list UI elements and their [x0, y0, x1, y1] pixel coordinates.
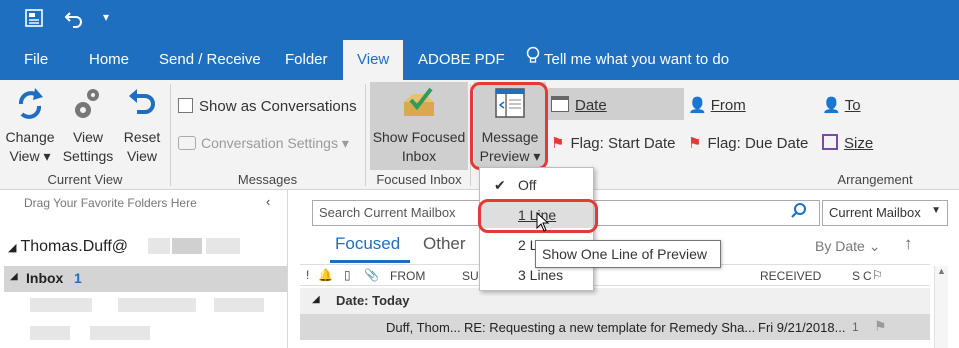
show-focused-inbox-button[interactable]: Show Focused Inbox [370, 86, 468, 166]
collapse-pane-icon[interactable]: ‹ [266, 194, 270, 209]
tab-focused[interactable]: Focused [335, 234, 400, 254]
group-divider [365, 84, 366, 186]
tab-send-receive[interactable]: Send / Receive [145, 40, 275, 80]
flag-icon: ⚑ [551, 135, 565, 152]
reminder-column-icon[interactable]: 🔔 [318, 268, 333, 282]
tab-adobe-pdf[interactable]: ADOBE PDF [404, 40, 519, 80]
icon-column-icon[interactable]: ▯ [344, 268, 351, 282]
menu-item-off[interactable]: ✔ Off [480, 172, 593, 198]
tell-me-text: Tell me what you want to do [544, 51, 730, 68]
redacted-folder [30, 326, 70, 340]
calendar-icon [551, 96, 569, 112]
collapse-group-icon: ◢ [312, 294, 320, 305]
flag-icon[interactable]: ⚑ [874, 318, 887, 335]
tab-folder[interactable]: Folder [271, 40, 342, 80]
view-settings-button[interactable]: View Settings [58, 86, 118, 166]
tooltip: Show One Line of Preview [535, 240, 721, 268]
group-label-messages: Messages [237, 172, 298, 187]
search-icon[interactable] [790, 202, 808, 223]
contact-icon: 👤 [688, 97, 707, 114]
column-received[interactable]: RECEIVED [760, 269, 821, 283]
flag-icon: ⚑ [688, 135, 702, 152]
undo-icon[interactable] [64, 8, 84, 33]
tab-home[interactable]: Home [75, 40, 143, 80]
message-count: 1 [852, 320, 859, 334]
size-icon [822, 134, 838, 150]
redacted-text [172, 238, 202, 254]
arrange-by-date-button[interactable]: Date [551, 96, 607, 114]
arrange-by-size-button[interactable]: Size [822, 134, 873, 152]
chevron-down-icon: ⌄ [868, 238, 881, 254]
column-from[interactable]: FROM [390, 269, 425, 283]
importance-column-icon[interactable]: ! [306, 268, 309, 282]
message-list-pane: Search Current Mailbox Current Mailbox ▼… [300, 190, 959, 348]
group-label-focused-inbox: Focused Inbox [376, 172, 462, 187]
checkbox-icon [178, 98, 193, 113]
tab-other[interactable]: Other [423, 234, 466, 254]
tell-me-box[interactable]: Tell me what you want to do [514, 40, 743, 80]
conversation-settings-icon [178, 136, 196, 150]
redacted-folder [30, 298, 92, 312]
group-divider [170, 84, 171, 186]
chevron-down-icon: ▼ [931, 205, 941, 216]
show-as-conversations-checkbox[interactable]: Show as Conversations [178, 98, 357, 115]
column-categories[interactable]: C [863, 269, 872, 283]
redacted-text [206, 238, 240, 254]
app-menu-icon[interactable] [24, 8, 44, 33]
focused-inbox-icon [370, 86, 468, 128]
redacted-folder [214, 298, 264, 312]
redacted-text [148, 238, 170, 254]
arrange-by-flag-start-button[interactable]: ⚑ Flag: Start Date [551, 134, 676, 152]
customize-toolbar-icon[interactable]: ▾ [103, 10, 109, 24]
sort-by-dropdown[interactable]: By Date ⌄ [815, 238, 880, 255]
search-scope-dropdown[interactable]: Current Mailbox ▼ [822, 200, 948, 226]
group-label-arrangement: Arrangement [837, 172, 913, 187]
lightbulb-icon [526, 40, 540, 80]
group-header-row[interactable]: ◢ Date: Today [300, 288, 930, 314]
group-label-current-view: Current View [47, 172, 123, 187]
redacted-folder [118, 298, 196, 312]
change-view-button[interactable]: Change View ▾ [2, 86, 58, 166]
inbox-folder[interactable]: ◢ Inbox 1 [4, 266, 287, 292]
mouse-cursor-icon [536, 211, 550, 235]
attachment-column-icon[interactable]: 📎 [364, 268, 379, 282]
column-size[interactable]: S [852, 269, 860, 283]
message-preview-callout-ring [470, 82, 548, 170]
title-bar: ▾ [0, 0, 959, 40]
message-from: Duff, Thom... [386, 320, 461, 335]
message-row[interactable]: Duff, Thom... RE: Requesting a new templ… [300, 314, 930, 340]
arrange-by-flag-due-button[interactable]: ⚑ Flag: Due Date [688, 134, 808, 152]
scroll-up-icon[interactable]: ▲ [937, 266, 946, 276]
gear-icon [58, 86, 118, 128]
folder-pane: Drag Your Favorite Folders Here ‹ ◢ Thoma… [0, 190, 288, 348]
arrange-by-from-button[interactable]: 👤 From [688, 96, 746, 114]
reset-arrow-icon [118, 86, 166, 128]
arrange-by-to-button[interactable]: 👤 To [822, 96, 861, 114]
checkmark-icon: ✔ [494, 177, 506, 193]
redacted-folder [90, 326, 150, 340]
expand-arrow-icon: ◢ [8, 242, 17, 254]
conversation-settings-button[interactable]: Conversation Settings ▾ [178, 135, 349, 152]
message-received: Fri 9/21/2018... [758, 320, 846, 335]
tab-view[interactable]: View [343, 40, 404, 80]
change-view-icon [2, 86, 58, 128]
expand-arrow-icon: ◢ [10, 271, 18, 282]
favorites-drop-hint: Drag Your Favorite Folders Here [24, 196, 197, 210]
message-subject: RE: Requesting a new template for Remedy… [464, 320, 756, 335]
tab-file[interactable]: File [10, 40, 62, 80]
account-header[interactable]: ◢ Thomas.Duff@ [8, 238, 128, 256]
column-subject[interactable]: SU [462, 269, 479, 283]
unread-count: 1 [74, 270, 82, 286]
ribbon-tabs: File Home Send / Receive Folder View ADO… [0, 40, 959, 80]
scrollbar[interactable]: ▲ [934, 266, 948, 348]
flag-column-icon[interactable]: ⚐ [872, 268, 883, 282]
contact-icon: 👤 [822, 97, 841, 114]
active-tab-underline [330, 260, 410, 263]
sort-direction-arrow-icon[interactable]: ↑ [904, 234, 913, 254]
reset-view-button[interactable]: Reset View [118, 86, 166, 166]
